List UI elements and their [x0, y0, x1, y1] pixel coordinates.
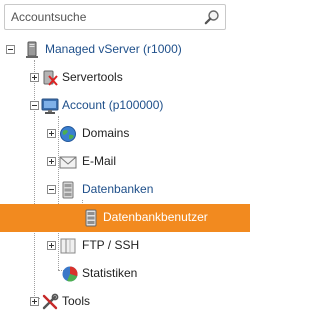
tools-icon	[42, 293, 59, 310]
tree-item-label: Datenbanken	[82, 182, 154, 196]
tree-item-datenbanken[interactable]: Datenbanken	[0, 176, 250, 204]
tree-item-label: E-Mail	[82, 154, 117, 168]
tree-item-account[interactable]: Account (p100000)	[0, 92, 250, 120]
tree-item-label: Account (p100000)	[62, 98, 164, 112]
tree-item-server[interactable]: Managed vServer (r1000)	[0, 36, 250, 64]
database-icon	[62, 181, 74, 199]
tree-item-servertools[interactable]: Servertools	[0, 64, 250, 92]
tree-item-label: FTP / SSH	[82, 238, 140, 252]
servertools-icon	[43, 70, 58, 86]
pie-chart-icon	[62, 266, 78, 282]
monitor-icon	[41, 98, 59, 114]
tree-item-label: Servertools	[62, 70, 123, 84]
tree-item-label: Statistiken	[82, 266, 138, 280]
server-icon	[26, 41, 38, 58]
expand-toggle[interactable]	[47, 241, 56, 250]
expand-toggle[interactable]	[47, 157, 56, 166]
tree-item-label: Domains	[82, 126, 130, 140]
tree-item-email[interactable]: E-Mail	[0, 148, 250, 176]
ftp-icon	[60, 238, 76, 254]
globe-icon	[60, 126, 76, 142]
tree-item-datenbankbenutzer[interactable]: Datenbankbenutzer	[0, 204, 250, 232]
tree-item-ftp-ssh[interactable]: FTP / SSH	[0, 232, 250, 260]
expand-toggle[interactable]	[30, 73, 39, 82]
collapse-toggle[interactable]	[30, 101, 39, 110]
database-user-icon	[85, 209, 97, 227]
tree-item-tools[interactable]: Tools	[0, 288, 250, 316]
search-input[interactable]	[5, 5, 200, 29]
search-icon[interactable]	[204, 9, 220, 25]
expand-toggle[interactable]	[30, 297, 39, 306]
account-search	[4, 4, 226, 30]
collapse-toggle[interactable]	[47, 185, 56, 194]
envelope-icon	[59, 156, 77, 169]
expand-toggle[interactable]	[47, 129, 56, 138]
tree-item-label: Managed vServer (r1000)	[45, 42, 182, 56]
tree-item-label: Tools	[62, 294, 91, 308]
tree-item-statistiken[interactable]: Statistiken	[0, 260, 250, 288]
tree-item-domains[interactable]: Domains	[0, 120, 250, 148]
tree-item-label: Datenbankbenutzer	[103, 210, 208, 224]
collapse-toggle[interactable]	[6, 45, 15, 54]
